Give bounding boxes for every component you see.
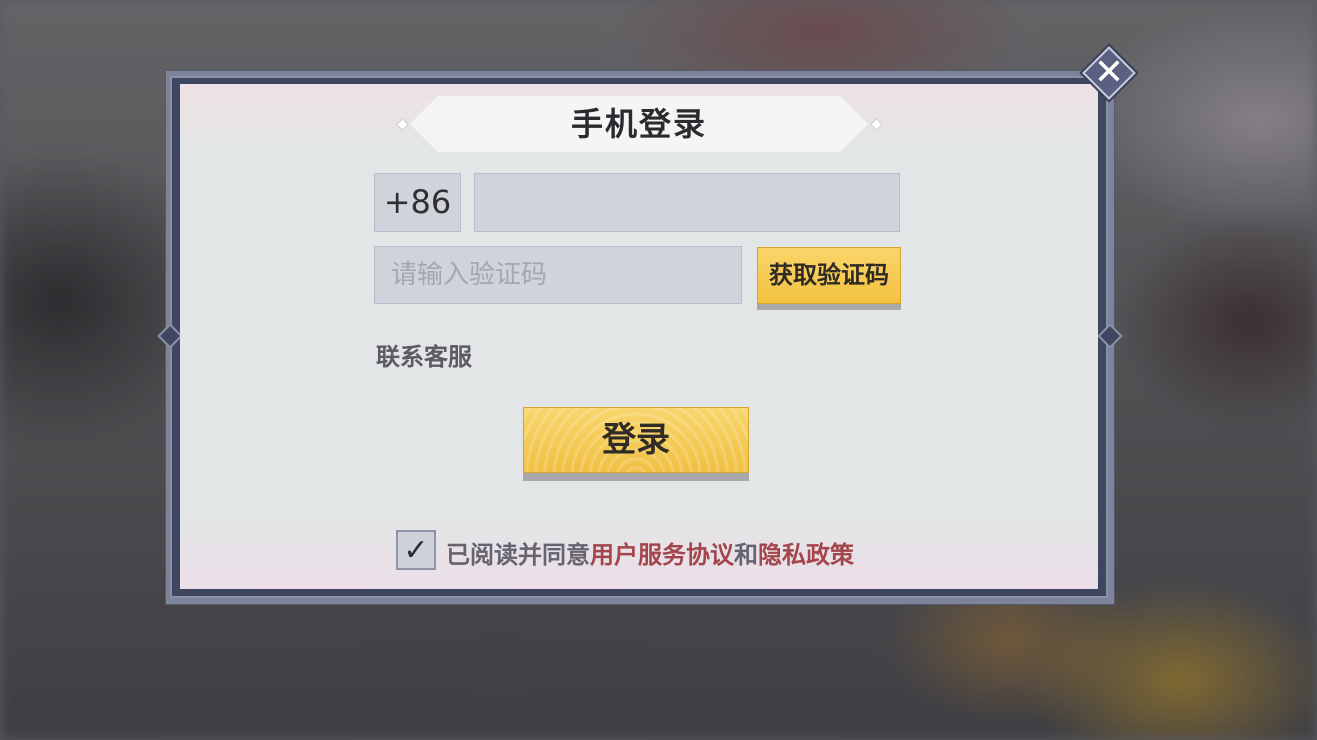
- agreement-text: 已阅读并同意用户服务协议和隐私政策: [446, 535, 854, 570]
- privacy-policy-link[interactable]: 隐私政策: [758, 541, 854, 569]
- user-agreement-link[interactable]: 用户服务协议: [590, 541, 734, 569]
- close-icon: ✕: [1093, 52, 1125, 93]
- agreement-and: 和: [734, 541, 758, 569]
- country-code-selector[interactable]: +86: [374, 173, 461, 232]
- get-code-button[interactable]: 获取验证码: [757, 247, 901, 304]
- verification-code-input[interactable]: 请输入验证码: [374, 246, 742, 304]
- contact-support-link[interactable]: 联系客服: [376, 337, 472, 372]
- login-dialog: [180, 84, 1098, 589]
- check-icon: ✓: [403, 533, 429, 568]
- phone-number-input[interactable]: [474, 173, 900, 232]
- dialog-title: 手机登录: [570, 105, 707, 143]
- close-button[interactable]: ✕: [1082, 46, 1136, 100]
- agreement-prefix: 已阅读并同意: [446, 541, 590, 569]
- agreement-checkbox[interactable]: ✓: [396, 530, 436, 570]
- login-button[interactable]: 登录: [523, 407, 749, 473]
